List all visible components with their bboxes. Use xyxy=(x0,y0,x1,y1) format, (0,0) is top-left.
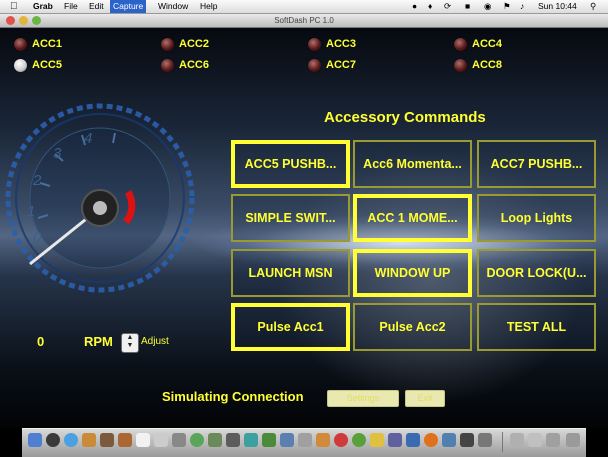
itunes-icon[interactable] xyxy=(190,433,204,447)
app-icon[interactable] xyxy=(460,433,474,447)
gauge-tick-label: 4 xyxy=(84,130,92,147)
acc3-indicator-icon xyxy=(308,38,321,51)
command-button-test-all[interactable]: TEST ALL xyxy=(477,303,596,351)
app-icon[interactable] xyxy=(208,433,222,447)
command-button-acc1-momentary[interactable]: ACC 1 MOME... xyxy=(353,194,472,242)
command-button-pulse-acc2[interactable]: Pulse Acc2 xyxy=(353,303,472,351)
volume-icon[interactable]: ♪ xyxy=(520,0,524,13)
acc6-label: ACC6 xyxy=(179,59,209,71)
rpm-stepper[interactable]: ▲ ▼ xyxy=(121,333,139,353)
exit-button[interactable]: Exit xyxy=(405,390,445,407)
command-button-acc6-momentary[interactable]: Acc6 Momenta... xyxy=(353,140,472,188)
acc7-indicator-icon xyxy=(308,59,321,72)
app-icon[interactable] xyxy=(478,433,492,447)
app-icon[interactable] xyxy=(352,433,366,447)
command-button-window-up[interactable]: WINDOW UP xyxy=(353,249,472,297)
command-button-launch-msn[interactable]: LAUNCH MSN xyxy=(231,249,350,297)
zoom-icon[interactable] xyxy=(32,16,41,25)
app-icon[interactable] xyxy=(244,433,258,447)
menu-capture[interactable]: Capture xyxy=(110,0,147,13)
flag-icon[interactable]: ⚑ xyxy=(503,0,511,13)
trash-icon[interactable] xyxy=(566,433,580,447)
app-icon[interactable] xyxy=(546,433,560,447)
acc5-label: ACC5 xyxy=(32,59,62,71)
acc1-label: ACC1 xyxy=(32,38,62,50)
acc2-indicator-icon xyxy=(161,38,174,51)
system-icon[interactable] xyxy=(172,433,186,447)
clock[interactable]: Sun 10:44 xyxy=(538,0,577,13)
menu-extra-icon[interactable]: ● xyxy=(412,0,417,13)
app-icon[interactable] xyxy=(316,433,330,447)
close-icon[interactable] xyxy=(6,16,15,25)
command-button-door-lock[interactable]: DOOR LOCK(U... xyxy=(477,249,596,297)
photo-icon[interactable] xyxy=(100,433,114,447)
gauge-tick-label: 0 xyxy=(33,229,42,246)
dashboard: ACC1 ACC2 ACC3 ACC4 ACC5 ACC6 ACC7 ACC8 … xyxy=(0,28,608,428)
bluetooth-icon[interactable]: ♦ xyxy=(428,0,432,13)
acc2-label: ACC2 xyxy=(179,38,209,50)
app-icon[interactable] xyxy=(388,433,402,447)
app-icon[interactable] xyxy=(406,433,420,447)
settings-button[interactable]: Settings xyxy=(327,390,399,407)
apple-menu-icon[interactable]:  xyxy=(10,0,18,13)
dashboard-icon[interactable] xyxy=(46,433,60,447)
menu-window[interactable]: Window xyxy=(155,0,191,13)
menu-bar:  Grab File Edit Capture Window Help ● ♦… xyxy=(0,0,608,14)
connection-status: Simulating Connection xyxy=(162,389,304,404)
dock xyxy=(22,428,586,457)
display-icon[interactable]: ■ xyxy=(465,0,470,13)
acc4-indicator-icon xyxy=(454,38,467,51)
menu-app-name[interactable]: Grab xyxy=(30,0,56,13)
guitar-icon[interactable] xyxy=(118,433,132,447)
app-icon[interactable] xyxy=(370,433,384,447)
commands-title: Accessory Commands xyxy=(324,109,486,126)
menu-file[interactable]: File xyxy=(61,0,81,13)
acc7-label: ACC7 xyxy=(326,59,356,71)
window-title-bar: SoftDash PC 1.0 xyxy=(0,14,608,28)
command-button-pulse-acc1[interactable]: Pulse Acc1 xyxy=(231,303,350,351)
menu-edit[interactable]: Edit xyxy=(86,0,107,13)
app-icon[interactable] xyxy=(262,433,276,447)
firefox-icon[interactable] xyxy=(424,433,438,447)
rpm-value: 0 xyxy=(37,334,45,349)
command-button-simple-switch[interactable]: SIMPLE SWIT... xyxy=(231,194,350,242)
app-icon[interactable] xyxy=(298,433,312,447)
acc8-label: ACC8 xyxy=(472,59,502,71)
app-icon[interactable] xyxy=(280,433,294,447)
acc1-indicator-icon xyxy=(14,38,27,51)
minimize-icon[interactable] xyxy=(19,16,28,25)
finder-icon[interactable] xyxy=(28,433,42,447)
adjust-label: Adjust xyxy=(141,336,169,347)
dock-divider xyxy=(502,432,503,452)
window-title: SoftDash PC 1.0 xyxy=(274,16,334,25)
acc8-indicator-icon xyxy=(454,59,467,72)
mail-icon[interactable] xyxy=(154,433,168,447)
wifi-icon[interactable]: ◉ xyxy=(484,0,491,13)
app-icon[interactable] xyxy=(226,433,240,447)
command-button-acc7-pushbutton[interactable]: ACC7 PUSHB... xyxy=(477,140,596,188)
ical-icon[interactable] xyxy=(136,433,150,447)
app-icon[interactable] xyxy=(510,433,524,447)
acc3-label: ACC3 xyxy=(326,38,356,50)
safari-icon[interactable] xyxy=(64,433,78,447)
app-icon[interactable] xyxy=(442,433,456,447)
rpm-label: RPM xyxy=(84,334,113,349)
address-book-icon[interactable] xyxy=(82,433,96,447)
spotlight-icon[interactable]: ⚲ xyxy=(590,0,596,13)
menu-help[interactable]: Help xyxy=(197,0,220,13)
command-button-acc5-pushbutton[interactable]: ACC5 PUSHB... xyxy=(231,140,350,188)
gauge-tick-label: 3 xyxy=(53,145,62,162)
gauge-tick-label: 1 xyxy=(27,203,35,220)
app-icon[interactable] xyxy=(528,433,542,447)
command-button-loop-lights[interactable]: Loop Lights xyxy=(477,194,596,242)
tachometer-gauge: 0 1 2 3 4 xyxy=(5,103,195,293)
sync-icon[interactable]: ⟳ xyxy=(444,0,451,13)
app-icon[interactable] xyxy=(334,433,348,447)
acc6-indicator-icon xyxy=(161,59,174,72)
acc4-label: ACC4 xyxy=(472,38,502,50)
gauge-tick-label: 2 xyxy=(32,172,42,189)
acc5-indicator-icon xyxy=(14,59,27,72)
